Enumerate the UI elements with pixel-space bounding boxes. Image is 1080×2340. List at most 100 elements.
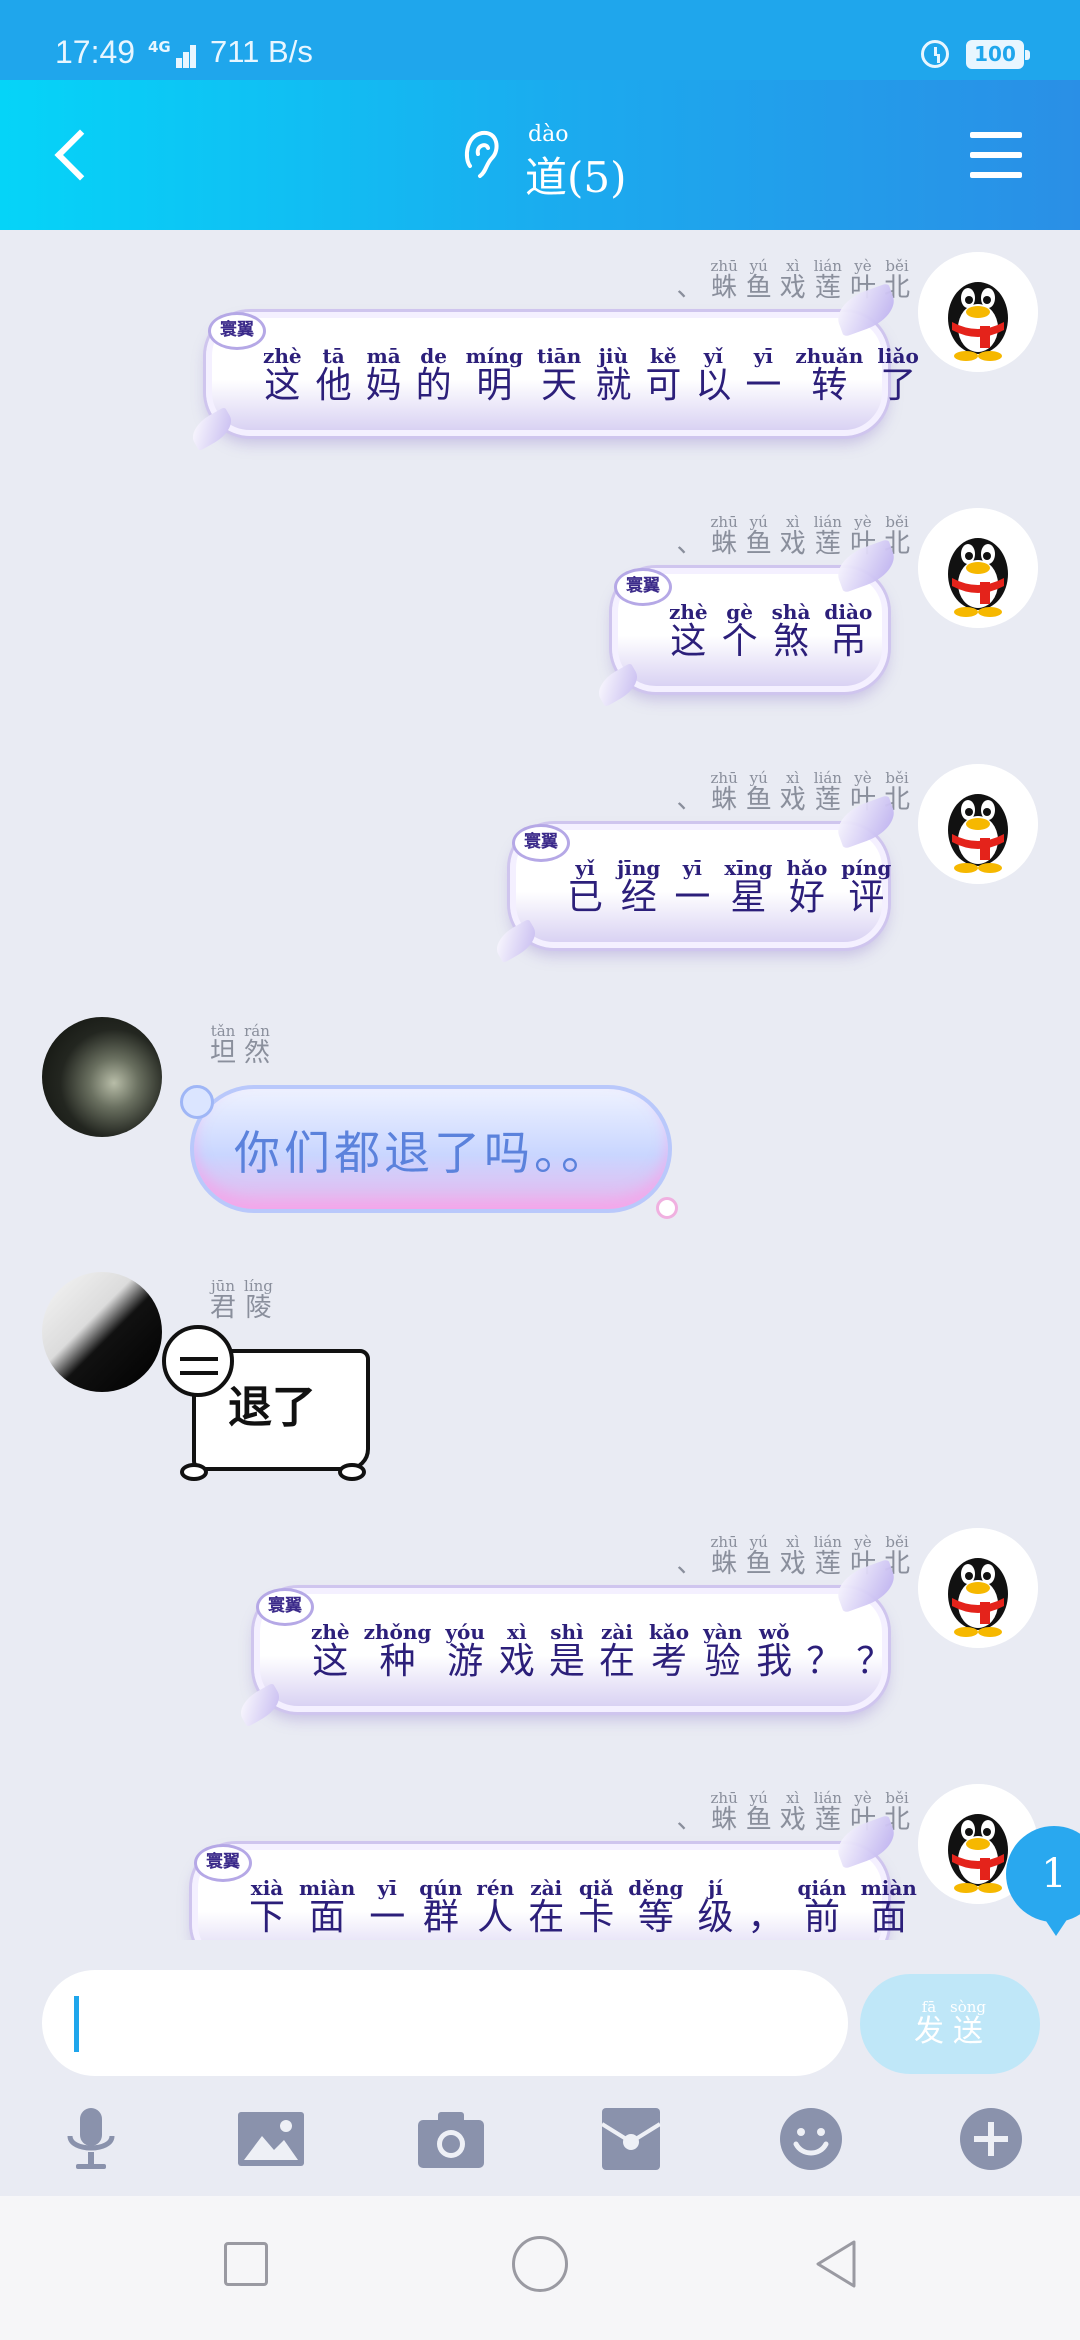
message-char: gè 个 xyxy=(722,602,758,662)
name-hanzi: 蛛 xyxy=(711,1549,738,1579)
message-char: yī 一 xyxy=(369,1878,405,1938)
message-hanzi: 天 xyxy=(541,365,578,406)
name-char: 、 xyxy=(676,274,702,302)
message-char: miàn 面 xyxy=(861,1878,917,1938)
message-pinyin: wǒ xyxy=(758,1620,790,1644)
message-char: wǒ 我 xyxy=(756,1622,792,1682)
message-pinyin: míng xyxy=(465,344,523,368)
name-pinyin: lián xyxy=(813,513,842,531)
self-avatar[interactable] xyxy=(918,252,1038,372)
message-pinyin: diào xyxy=(824,600,873,624)
message-pinyin: liǎo xyxy=(877,344,919,368)
name-hanzi: 、 xyxy=(676,1549,703,1579)
bubble-decoration xyxy=(656,1197,678,1219)
plus-icon[interactable] xyxy=(956,2106,1026,2172)
bubble-badge: 寰翼 xyxy=(512,824,570,862)
name-pinyin: zhū xyxy=(710,513,738,531)
name-char: yú 鱼 xyxy=(746,1534,772,1578)
message-char: yóu 游 xyxy=(445,1622,485,1682)
self-avatar[interactable] xyxy=(918,764,1038,884)
name-hanzi: 、 xyxy=(676,273,703,303)
message-pinyin: qiǎ xyxy=(578,1876,614,1900)
message-bubble[interactable]: 你们都退了吗。。 xyxy=(180,1085,678,1219)
image-icon[interactable] xyxy=(236,2106,306,2172)
member-avatar[interactable] xyxy=(42,1017,162,1137)
send-button[interactable]: fā 发 sòng 送 xyxy=(860,1974,1040,2074)
name-char: jūn 君 xyxy=(210,1278,236,1322)
back-button[interactable] xyxy=(40,120,110,190)
message-hanzi: 一 xyxy=(745,365,782,406)
message-hanzi: 我 xyxy=(756,1641,793,1682)
message-char: tā 他 xyxy=(316,346,352,406)
name-hanzi: 戏 xyxy=(779,1549,806,1579)
status-bar: 17:49 4G 711 B/s 100 xyxy=(0,0,1080,80)
name-pinyin: zhū xyxy=(710,1789,738,1807)
name-pinyin: lián xyxy=(813,769,842,787)
message-bubble[interactable]: 寰翼 zhè 这 gè 个 shà 煞 diào 吊 xyxy=(592,538,901,708)
name-hanzi: 坦 xyxy=(210,1038,237,1068)
message-char: shà 煞 xyxy=(772,602,811,662)
bubble-badge: 寰翼 xyxy=(256,1588,314,1626)
name-char: lián 莲 xyxy=(814,770,842,814)
red-packet-icon[interactable] xyxy=(596,2106,666,2172)
send-char: 送 xyxy=(953,2014,983,2049)
home-button[interactable] xyxy=(512,2236,568,2292)
message-char: yī 一 xyxy=(674,858,710,918)
name-char: zhū 蛛 xyxy=(711,258,738,302)
sticker-message[interactable]: 退了 xyxy=(162,1325,382,1485)
name-pinyin: yú xyxy=(749,1789,768,1807)
message-bubble[interactable]: 寰翼 zhè 这 tā 他 mā 妈 de 的 míng 明 tiān 天 jiù 就 kě 可 yǐ 以 yī 一 zh… xyxy=(186,282,919,452)
name-char: yú 鱼 xyxy=(746,258,772,302)
name-pinyin: yú xyxy=(749,1533,768,1551)
name-char: xì 戏 xyxy=(780,770,806,814)
message-bubble[interactable]: 寰翼 xià 下 miàn 面 yī 一 qún 群 rén 人 zài 在 qiǎ 卡 děng 等 jí 级， q… xyxy=(172,1814,917,1940)
message-pinyin: jīng xyxy=(617,856,661,880)
name-pinyin: zhū xyxy=(710,257,738,275)
name-char: xì 戏 xyxy=(780,1790,806,1834)
message-bubble[interactable]: 寰翼 yǐ 已 jīng 经 yī 一 xīng 星 hǎo 好 píng 评 xyxy=(490,794,901,964)
message-hanzi: 评 xyxy=(848,877,885,918)
send-char: 发 xyxy=(914,2014,944,2049)
name-char: tǎn 坦 xyxy=(210,1023,236,1067)
message-pinyin: zài xyxy=(530,1876,563,1900)
message-char: yàn 验 xyxy=(703,1622,742,1682)
name-hanzi: 莲 xyxy=(814,785,841,815)
message-char: tiān 天 xyxy=(537,346,581,406)
ear-icon[interactable] xyxy=(462,128,502,182)
name-char: líng 陵 xyxy=(244,1278,273,1322)
name-pinyin: běi xyxy=(885,257,909,275)
self-avatar[interactable] xyxy=(918,1528,1038,1648)
self-avatar[interactable] xyxy=(918,508,1038,628)
message-pinyin: píng xyxy=(841,856,892,880)
message-bubble[interactable]: 寰翼 zhè 这 zhǒng 种 yóu 游 xì 戏 shì 是 zài 在 kǎo 考 yàn 验 wǒ 我？？ xyxy=(234,1558,901,1728)
message-char: yǐ 以 xyxy=(695,346,731,406)
message-pinyin: kě xyxy=(650,344,677,368)
message-pinyin: jiù xyxy=(598,344,628,368)
member-avatar[interactable] xyxy=(42,1272,162,1392)
camera-icon[interactable] xyxy=(416,2106,486,2172)
message-hanzi: 个 xyxy=(721,621,758,662)
emoji-icon[interactable] xyxy=(776,2106,846,2172)
name-hanzi: 蛛 xyxy=(711,529,738,559)
input-bar: fā 发 sòng 送 xyxy=(0,1940,1080,2140)
name-char: yú 鱼 xyxy=(746,770,772,814)
status-time: 17:49 xyxy=(55,34,136,70)
microphone-icon[interactable] xyxy=(56,2106,126,2172)
message-hanzi: 等 xyxy=(637,1897,674,1938)
message-hanzi: 可 xyxy=(645,365,682,406)
name-char: 、 xyxy=(676,1806,702,1834)
message-input[interactable] xyxy=(42,1970,848,2076)
message-pinyin: xià xyxy=(250,1876,284,1900)
message-list[interactable]: 、 zhū 蛛 yú 鱼 xì 戏 lián 莲 yè 叶 běi 北寰翼 zhè 这 tā 他 mā 妈 de 的 mí… xyxy=(0,230,1080,1940)
recents-button[interactable] xyxy=(224,2242,268,2286)
message-char: jīng 经 xyxy=(617,858,660,918)
system-back-button[interactable] xyxy=(808,2236,864,2292)
name-hanzi: 鱼 xyxy=(745,1549,772,1579)
message-pinyin: yī xyxy=(682,856,702,880)
message-char: liǎo 了 xyxy=(877,346,919,406)
menu-button[interactable] xyxy=(966,128,1026,182)
message-char: qián 前 xyxy=(797,1878,846,1938)
message-hanzi: 考 xyxy=(651,1641,688,1682)
bubble-badge: 寰翼 xyxy=(614,568,672,606)
message-pinyin: shà xyxy=(771,600,811,624)
